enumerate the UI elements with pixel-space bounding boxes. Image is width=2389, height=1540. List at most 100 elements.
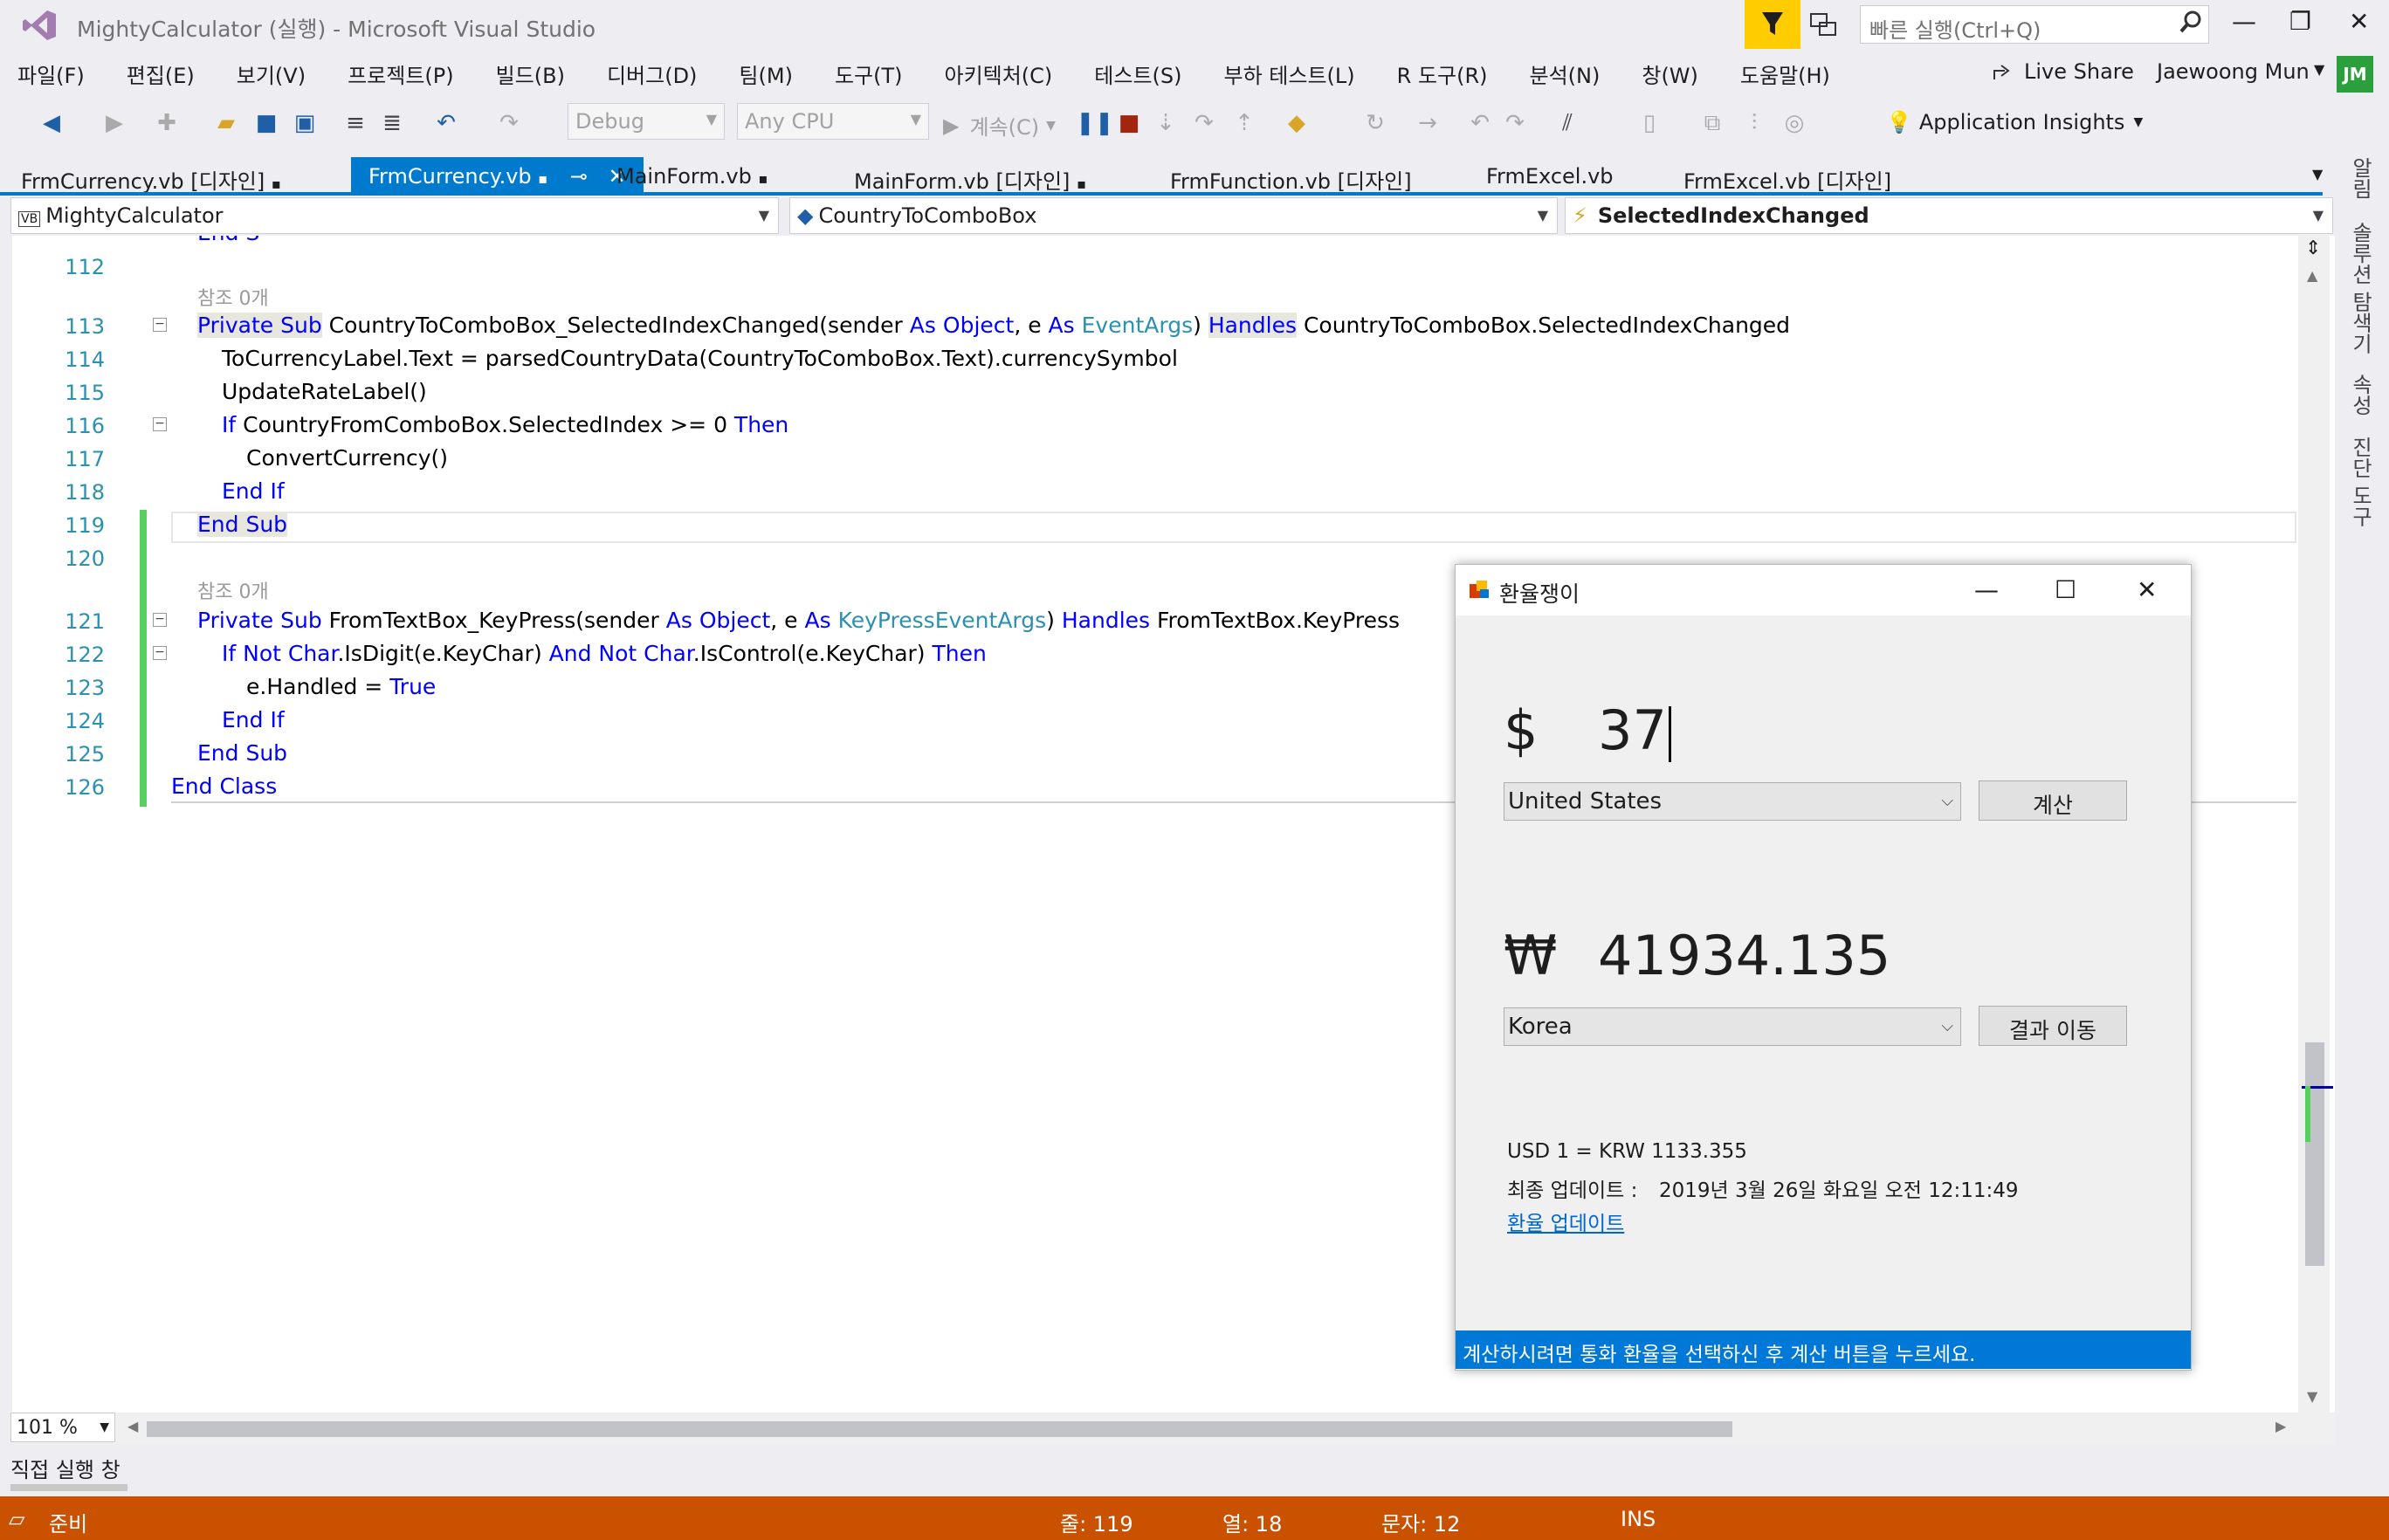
object-dropdown[interactable]: ◆ CountryToComboBox ▼ xyxy=(789,197,1558,234)
menu-edit[interactable]: 편집(E) xyxy=(127,58,195,89)
restore-button[interactable]: ❐ xyxy=(2289,7,2311,36)
scroll-down-icon[interactable]: ▼ xyxy=(2307,1388,2317,1405)
menu-window[interactable]: 창(W) xyxy=(1642,58,1698,89)
uncomment-icon[interactable]: ≣ xyxy=(379,110,405,136)
close-button[interactable]: ✕ xyxy=(2349,7,2369,36)
stop-icon[interactable]: ■ xyxy=(1116,110,1142,136)
diagnostics-icon[interactable]: ◆ xyxy=(1284,110,1310,136)
redo-gray-icon[interactable]: ↷ xyxy=(1502,110,1528,136)
chevron-down-icon[interactable]: ▼ xyxy=(2314,61,2324,78)
open-folder-icon[interactable]: ▰ xyxy=(213,110,239,136)
menu-team[interactable]: 팀(M) xyxy=(739,58,793,89)
step-over-icon[interactable]: ↷ xyxy=(1191,110,1217,136)
tab-mainform-code[interactable]: MainForm.vb ▪ xyxy=(599,157,785,194)
menu-analyze[interactable]: 분석(N) xyxy=(1530,58,1601,89)
calculate-button[interactable]: 계산 xyxy=(1979,780,2127,821)
save-icon[interactable]: ■ xyxy=(253,110,279,136)
sidebar-item-properties[interactable]: 속성 xyxy=(2345,374,2376,416)
sidebar-item-diagnostic-tools[interactable]: 진단 도구 xyxy=(2345,437,2376,527)
undo-icon[interactable]: ↶ xyxy=(433,110,459,136)
scroll-left-icon[interactable]: ◀ xyxy=(127,1418,138,1434)
pause-icon[interactable]: ❚❚ xyxy=(1076,110,1114,136)
undo-gray-icon[interactable]: ↶ xyxy=(1467,110,1493,136)
collapse-icon[interactable]: − xyxy=(153,318,167,332)
live-share-button[interactable]: Live Share xyxy=(1991,59,2134,84)
notifications-icon[interactable] xyxy=(1807,9,1839,40)
breakpoints-icon[interactable]: ⫽ xyxy=(1554,110,1580,136)
menu-test[interactable]: 테스트(S) xyxy=(1094,58,1181,89)
tab-frmexcel-design[interactable]: FrmExcel.vb [디자인] xyxy=(1666,157,1909,194)
menu-tools[interactable]: 도구(T) xyxy=(835,58,903,89)
user-name[interactable]: Jaewoong Mun xyxy=(2157,59,2310,84)
menu-load-test[interactable]: 부하 테스트(L) xyxy=(1224,58,1355,89)
new-project-icon[interactable]: ✚ xyxy=(154,110,180,136)
menu-help[interactable]: 도움말(H) xyxy=(1740,58,1830,89)
form-title-bar[interactable]: 환율쟁이 — ☐ ✕ xyxy=(1456,565,2191,615)
scroll-right-icon[interactable]: ▶ xyxy=(2275,1418,2286,1434)
country-to-combobox[interactable]: Korea ⌵ xyxy=(1504,1007,1961,1046)
menu-architecture[interactable]: 아키텍처(C) xyxy=(944,58,1052,89)
form-minimize-button[interactable]: — xyxy=(1974,575,1999,604)
continue-button[interactable]: ▶ 계속(C) ▼ xyxy=(943,110,1056,141)
sidebar-item-solution-explorer[interactable]: 솔루션 탐색기 xyxy=(2345,222,2376,354)
keyword: Handles xyxy=(1208,313,1297,338)
collapse-icon[interactable]: − xyxy=(153,613,167,627)
country-from-combobox[interactable]: United States ⌵ xyxy=(1504,782,1961,821)
tab-overflow-icon[interactable]: ▼ xyxy=(2312,166,2323,182)
quick-launch-input[interactable]: 빠른 실행(Ctrl+Q) xyxy=(1860,5,2209,44)
immediate-window-tab[interactable]: 직접 실행 창 xyxy=(10,1453,120,1483)
scroll-up-icon[interactable]: ▲ xyxy=(2307,267,2317,284)
menu-file[interactable]: 파일(F) xyxy=(17,58,85,89)
sidebar-item-notifications[interactable]: 알림 xyxy=(2345,157,2376,199)
save-all-icon[interactable]: ▣ xyxy=(292,110,318,136)
line-number: 114 xyxy=(65,347,105,372)
horizontal-scroll-thumb[interactable] xyxy=(147,1421,1732,1437)
menu-project[interactable]: 프로젝트(P) xyxy=(348,58,454,89)
move-result-button[interactable]: 결과 이동 xyxy=(1979,1006,2127,1046)
code-line: End Sub xyxy=(197,740,288,766)
pin-icon[interactable]: ⊸ xyxy=(570,164,588,189)
application-insights-button[interactable]: 💡 Application Insights ▼ xyxy=(1886,110,2143,134)
format-icon[interactable]: ⧉ xyxy=(1699,110,1725,136)
avatar[interactable]: JM xyxy=(2337,56,2373,93)
menu-r-tools[interactable]: R 도구(R) xyxy=(1397,58,1488,89)
refresh-icon[interactable]: ↻ xyxy=(1362,110,1388,136)
redo-icon[interactable]: ↷ xyxy=(496,110,522,136)
tab-frmcurrency-design[interactable]: FrmCurrency.vb [디자인] ▪ xyxy=(3,157,299,194)
reference-count[interactable]: 참조 0개 xyxy=(197,576,269,604)
project-dropdown[interactable]: VB MightyCalculator ▼ xyxy=(10,197,779,234)
event-dropdown[interactable]: ⚡ SelectedIndexChanged ▼ xyxy=(1565,197,2333,234)
tab-frmfunction-design[interactable]: FrmFunction.vb [디자인] xyxy=(1153,157,1429,194)
split-icon[interactable]: ⇕ xyxy=(2305,237,2321,259)
comment-icon[interactable]: ≡ xyxy=(342,110,368,136)
form-maximize-button[interactable]: ☐ xyxy=(2055,575,2076,604)
menu-view[interactable]: 보기(V) xyxy=(237,58,306,89)
globe-icon[interactable]: ◎ xyxy=(1781,110,1807,136)
collapse-icon[interactable]: − xyxy=(153,417,167,431)
keyword: Object xyxy=(699,608,771,633)
line-number: 124 xyxy=(65,709,105,733)
arrow-right-icon[interactable]: → xyxy=(1415,110,1441,136)
vb-icon: VB xyxy=(18,211,41,227)
tree-icon[interactable]: ⫶ xyxy=(1741,110,1767,136)
tab-mainform-design[interactable]: MainForm.vb [디자인] ▪ xyxy=(836,157,1104,194)
from-amount-input[interactable]: 37 xyxy=(1598,698,1671,762)
vertical-scroll-thumb[interactable] xyxy=(2305,1042,2324,1266)
menu-debug[interactable]: 디버그(D) xyxy=(607,58,697,89)
feedback-button[interactable] xyxy=(1745,0,1800,49)
minimize-button[interactable]: — xyxy=(2232,7,2256,36)
solution-config-select[interactable]: Debug ▼ xyxy=(568,103,725,140)
document-icon[interactable]: ▯ xyxy=(1636,110,1663,136)
forward-icon[interactable]: ▶ xyxy=(101,110,127,136)
platform-select[interactable]: Any CPU ▼ xyxy=(737,103,929,140)
step-out-icon[interactable]: ⇡ xyxy=(1231,110,1257,136)
form-close-button[interactable]: ✕ xyxy=(2137,575,2157,604)
zoom-select[interactable]: 101 % ▼ xyxy=(10,1413,115,1442)
menu-build[interactable]: 빌드(B) xyxy=(496,58,565,89)
tab-frmexcel-code[interactable]: FrmExcel.vb xyxy=(1469,157,1631,194)
update-rates-link[interactable]: 환율 업데이트 xyxy=(1507,1207,1624,1236)
collapse-icon[interactable]: − xyxy=(153,646,167,660)
back-icon[interactable]: ◀ xyxy=(38,110,65,136)
reference-count[interactable]: 참조 0개 xyxy=(197,283,269,311)
step-into-icon[interactable]: ⇣ xyxy=(1153,110,1179,136)
